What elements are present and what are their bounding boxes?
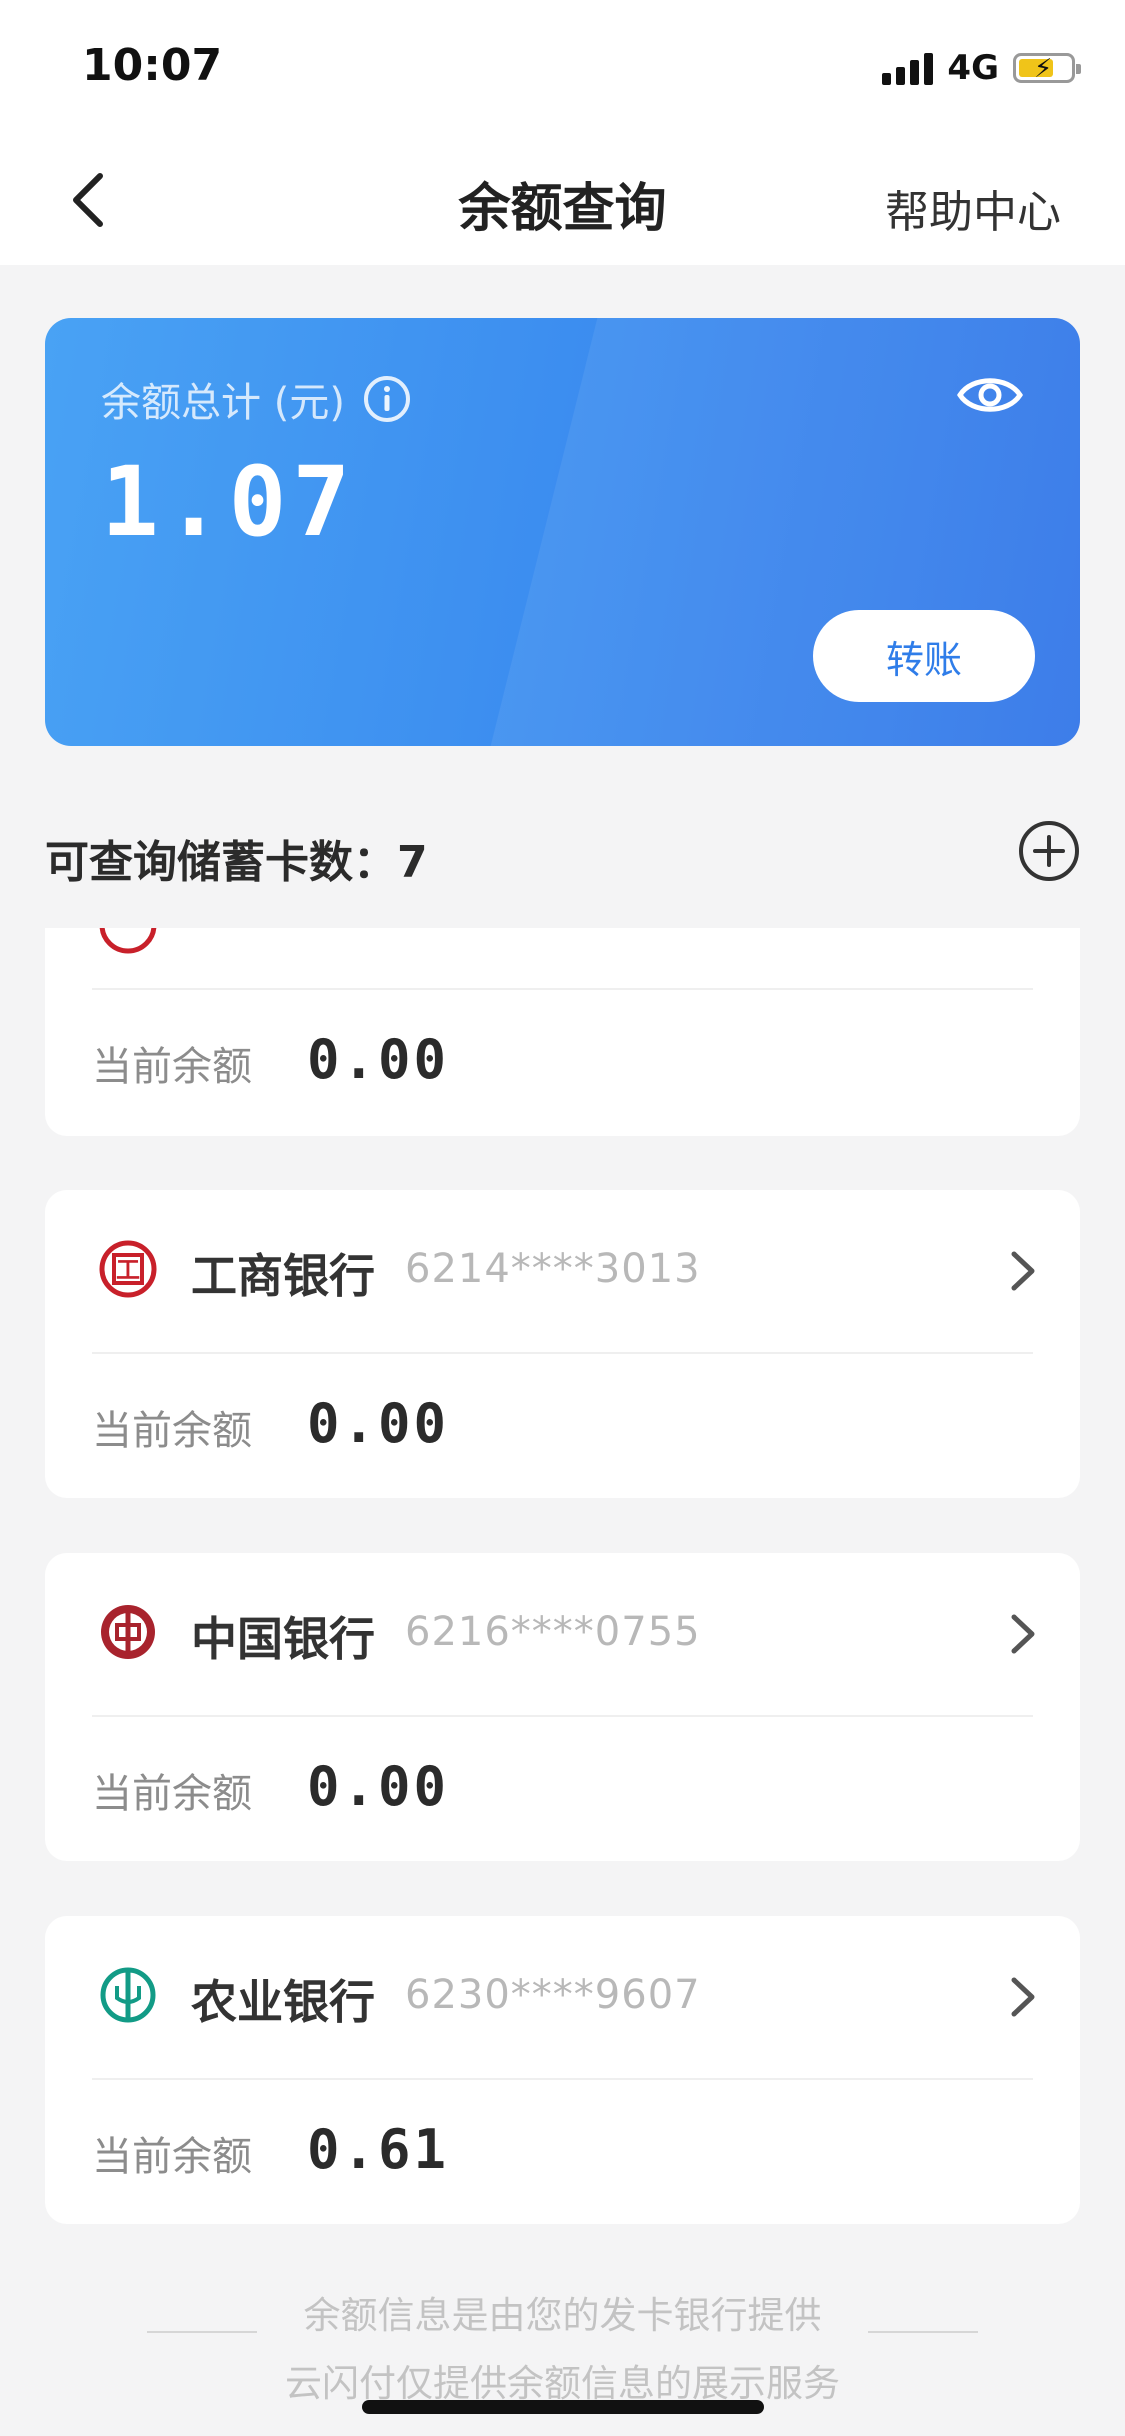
total-balance-label: 余额总计 (元) [101, 380, 345, 426]
bank-card[interactable]: 当前余额 0.00 [45, 928, 1080, 1136]
card-header[interactable]: 中国银行 6216****0755 [45, 1553, 1080, 1713]
card-number: 6216****0755 [405, 1609, 701, 1655]
card-count-row: 可查询储蓄卡数：7 [45, 820, 1080, 890]
total-balance-label-row: 余额总计 (元) [101, 370, 411, 428]
bank-name: 中国银行 [191, 1612, 375, 1666]
balance-label: 当前余额 [92, 1408, 252, 1454]
bank-logo-red-icon [99, 928, 157, 954]
network-type: 4G [947, 48, 999, 88]
icbc-logo-icon: 工 [99, 1240, 157, 1298]
footer-line-1: 余额信息是由您的发卡银行提供 [303, 2294, 822, 2337]
total-balance-amount: 1.07 [101, 446, 357, 558]
footer-note: 余额信息是由您的发卡银行提供 云闪付仅提供余额信息的展示服务 [0, 2282, 1125, 2418]
signal-icon [882, 51, 934, 85]
card-number: 6230****9607 [405, 1972, 701, 2018]
home-indicator[interactable] [362, 2400, 764, 2414]
eye-icon[interactable] [956, 370, 1024, 420]
status-indicators: 4G ⚡ [882, 46, 1081, 90]
card-count-label: 可查询储蓄卡数：7 [45, 837, 428, 888]
status-bar: 10:07 4G ⚡ [0, 0, 1125, 140]
battery-icon: ⚡ [1013, 53, 1081, 84]
abc-logo-icon [100, 1967, 156, 2023]
status-time: 10:07 [82, 40, 223, 91]
bank-card[interactable]: 中国银行 6216****0755 当前余额 0.00 [45, 1553, 1080, 1861]
balance-value: 0.00 [307, 1028, 450, 1091]
bank-card[interactable]: 工 工商银行 6214****3013 当前余额 0.00 [45, 1190, 1080, 1498]
help-center-link[interactable]: 帮助中心 [885, 176, 1061, 240]
info-icon[interactable] [363, 375, 411, 423]
chevron-right-icon [1011, 1977, 1035, 2017]
card-number: 6214****3013 [405, 1246, 701, 1292]
balance-value: 0.00 [307, 1755, 450, 1818]
balance-value: 0.61 [307, 2118, 450, 2181]
card-divider [92, 2078, 1033, 2080]
balance-summary-card: 余额总计 (元) 1.07 转账 [45, 318, 1080, 746]
card-divider [92, 1715, 1033, 1717]
balance-label: 当前余额 [92, 2134, 252, 2180]
transfer-button[interactable]: 转账 [813, 610, 1035, 702]
chevron-right-icon [1011, 1614, 1035, 1654]
nav-bar: 余额查询 帮助中心 [0, 140, 1125, 265]
card-header[interactable]: 农业银行 6230****9607 [45, 1916, 1080, 2076]
add-card-icon[interactable] [1018, 820, 1080, 882]
bank-card[interactable]: 农业银行 6230****9607 当前余额 0.61 [45, 1916, 1080, 2224]
balance-value: 0.00 [307, 1392, 450, 1455]
boc-logo-icon [101, 1605, 155, 1659]
chevron-right-icon [1011, 1251, 1035, 1291]
balance-label: 当前余额 [92, 1044, 252, 1090]
card-header[interactable]: 工 工商银行 6214****3013 [45, 1190, 1080, 1350]
bank-name: 农业银行 [191, 1975, 375, 2029]
card-divider [92, 1352, 1033, 1354]
bank-name: 工商银行 [191, 1249, 375, 1303]
svg-text:工: 工 [116, 1256, 140, 1284]
balance-label: 当前余额 [92, 1771, 252, 1817]
card-divider [92, 988, 1033, 990]
